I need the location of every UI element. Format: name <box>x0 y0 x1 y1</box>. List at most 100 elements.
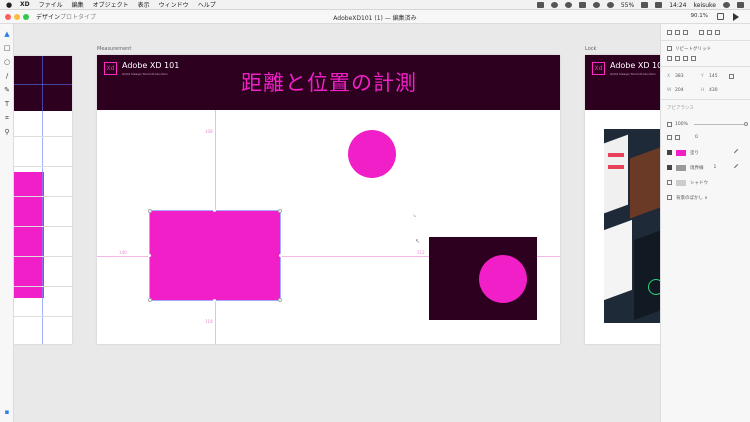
search-icon[interactable] <box>723 2 730 8</box>
menu-item-object[interactable]: オブジェクト <box>93 0 129 9</box>
apple-icon[interactable]: ● <box>6 1 14 9</box>
artboard-lock[interactable]: Xd Adobe XD 101 UI/UX Design Tool Introd… <box>585 55 660 344</box>
blur-checkbox[interactable] <box>667 195 672 200</box>
opacity-row: 100% <box>667 121 748 128</box>
artboard-header: Xd Adobe XD 101 UI/UX Design Tool Introd… <box>585 55 660 110</box>
menu-item-window[interactable]: ウィンドウ <box>159 0 189 9</box>
border-color-swatch[interactable] <box>676 164 686 171</box>
artboard-tool-icon[interactable]: ⌗ <box>3 114 11 122</box>
align-right-icon[interactable] <box>683 30 688 35</box>
exclude-icon[interactable] <box>691 56 696 61</box>
corner-individual-icon[interactable] <box>675 135 680 140</box>
menu-item-edit[interactable]: 編集 <box>72 0 84 9</box>
menu-item-view[interactable]: 表示 <box>138 0 150 9</box>
artboard-left[interactable] <box>14 56 72 344</box>
repeat-grid-row[interactable]: リピートグリッド <box>667 45 746 52</box>
resize-handle[interactable] <box>213 299 216 302</box>
union-icon[interactable] <box>667 56 672 61</box>
artboard-label-lock[interactable]: Lock <box>585 46 596 52</box>
airplay-icon[interactable] <box>578 2 586 8</box>
eyedropper-icon[interactable] <box>733 163 742 172</box>
corner-radius-icon[interactable] <box>667 135 672 140</box>
height-field[interactable]: 430 <box>709 88 729 93</box>
volume-icon[interactable] <box>606 2 614 8</box>
pen-tool-icon[interactable]: ✎ <box>3 86 11 94</box>
subtract-icon[interactable] <box>675 56 680 61</box>
resize-handle[interactable] <box>278 298 282 302</box>
resize-handle[interactable] <box>148 298 152 302</box>
chat-icon[interactable]: ▪ <box>3 408 11 416</box>
align-bottom-icon[interactable] <box>715 30 720 35</box>
border-checkbox[interactable] <box>667 165 672 170</box>
width-field[interactable]: 204 <box>675 88 701 93</box>
y-field[interactable]: 145 <box>709 74 729 79</box>
opacity-slider[interactable] <box>693 122 748 126</box>
size-row: W 204 H 430 <box>667 87 746 94</box>
opacity-slider-thumb[interactable] <box>744 122 748 126</box>
menu-item-file[interactable]: ファイル <box>39 0 63 9</box>
mockup-image[interactable] <box>604 129 660 323</box>
header-subtitle: UI/UX Design Tool Introduction <box>122 72 168 76</box>
line-tool-icon[interactable]: / <box>3 72 11 80</box>
title-bar: デザイン プロトタイプ AdobeXD101 (1) — 編集済み 90.1% <box>0 10 750 25</box>
zoom-level[interactable]: 90.1% <box>691 13 708 19</box>
align-top-icon[interactable] <box>699 30 704 35</box>
magenta-circle-in-box[interactable] <box>479 255 527 303</box>
menu-item-help[interactable]: ヘルプ <box>198 0 216 9</box>
canvas[interactable]: Measurement Xd Adobe XD 101 UI/UX Design… <box>14 24 660 422</box>
device-preview-icon[interactable] <box>717 13 724 20</box>
battery-icon[interactable] <box>641 2 649 8</box>
opacity-value[interactable]: 100% <box>675 122 688 127</box>
border-size-field[interactable]: 1 <box>714 165 717 170</box>
property-inspector: リピートグリッド X 383 Y 145 W 204 H 430 アピアランス … <box>660 24 750 422</box>
notification-center-icon[interactable] <box>737 2 744 8</box>
magenta-rectangle[interactable] <box>14 172 44 298</box>
xd-logo: Xd <box>104 62 117 75</box>
rotate-icon[interactable] <box>729 74 734 79</box>
text-tool-icon[interactable]: T <box>3 100 11 108</box>
resize-handle[interactable] <box>279 254 282 257</box>
resize-handle[interactable] <box>148 254 151 257</box>
zoom-tool-icon[interactable]: ⚲ <box>3 128 11 136</box>
shadow-color-swatch[interactable] <box>676 179 686 186</box>
fill-checkbox[interactable] <box>667 150 672 155</box>
sync-icon[interactable] <box>564 2 572 8</box>
position-row: X 383 Y 145 <box>667 73 746 80</box>
user-name[interactable]: keisuke <box>694 2 717 9</box>
shadow-checkbox[interactable] <box>667 180 672 185</box>
x-field[interactable]: 383 <box>675 74 701 79</box>
mouse-cursor-icon: ↖ <box>415 238 421 245</box>
play-preview-icon[interactable] <box>733 13 739 21</box>
document-title: AdobeXD101 (1) — 編集済み <box>333 15 417 22</box>
intersect-icon[interactable] <box>683 56 688 61</box>
divider <box>661 99 750 100</box>
align-left-icon[interactable] <box>667 30 672 35</box>
blur-label[interactable]: 背景のぼかし ∨ <box>676 195 708 201</box>
artboard-measurement[interactable]: Xd Adobe XD 101 UI/UX Design Tool Introd… <box>97 55 560 344</box>
clock[interactable]: 14:24 <box>669 2 686 9</box>
grid-line <box>14 136 72 137</box>
menu-item-xd[interactable]: XD <box>20 1 30 8</box>
dark-rectangle[interactable] <box>429 237 537 320</box>
eyedropper-icon[interactable] <box>733 148 742 157</box>
screen-icon[interactable] <box>536 2 544 8</box>
ellipse-tool-icon[interactable]: ○ <box>3 58 11 66</box>
dropbox-icon[interactable] <box>550 2 558 8</box>
resize-handle[interactable] <box>278 209 282 213</box>
wifi-icon[interactable] <box>592 2 600 8</box>
select-tool-icon[interactable]: ▲ <box>3 30 11 38</box>
mockup-circle <box>648 279 660 295</box>
appearance-section-title: アピアランス <box>667 105 694 111</box>
keyboard-input-icon[interactable] <box>655 2 663 8</box>
distance-label-left: 140 <box>119 250 127 255</box>
rectangle-tool-icon[interactable]: □ <box>3 44 11 52</box>
resize-handle[interactable] <box>213 209 216 212</box>
align-middle-icon[interactable] <box>707 30 712 35</box>
align-center-icon[interactable] <box>675 30 680 35</box>
artboard-label-measurement[interactable]: Measurement <box>97 46 131 52</box>
magenta-circle[interactable] <box>348 130 396 178</box>
resize-handle[interactable] <box>148 209 152 213</box>
fill-color-swatch[interactable] <box>676 149 686 156</box>
slide-heading[interactable]: 距離と位置の計測 <box>241 67 417 97</box>
selected-magenta-rectangle[interactable] <box>148 209 282 302</box>
